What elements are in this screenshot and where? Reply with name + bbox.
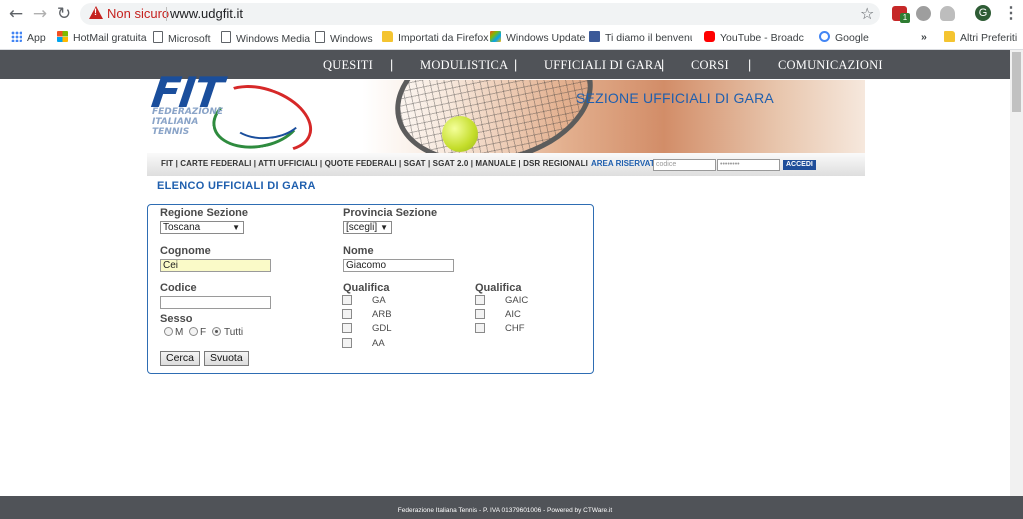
qualifica-checkbox-gdl[interactable]: [342, 323, 352, 333]
sesso-radio-tutti[interactable]: [212, 327, 221, 336]
qualifica-checkbox-ga[interactable]: [342, 295, 352, 305]
nav-separator: |: [661, 58, 665, 72]
nav-separator: |: [390, 58, 394, 72]
qualifica-checkbox-aic[interactable]: [475, 309, 485, 319]
login-password-input[interactable]: ••••••••: [717, 159, 780, 171]
nav-corsi[interactable]: CORSI: [691, 58, 729, 73]
dropdown-arrow-icon: ▼: [232, 223, 240, 232]
bookmark-app[interactable]: App: [11, 31, 46, 45]
windows-logo-icon: [57, 31, 68, 42]
login-button[interactable]: ACCEDI: [783, 160, 816, 170]
nome-label: Nome: [343, 245, 374, 257]
security-label[interactable]: Non sicuro: [107, 6, 169, 21]
sub-nav-links[interactable]: FIT | CARTE FEDERALI | ATTI UFFICIALI | …: [161, 159, 588, 168]
more-bookmarks-button[interactable]: »: [921, 31, 927, 45]
bookmark-windows-update[interactable]: Windows Update: [490, 31, 585, 45]
sesso-radio-f[interactable]: [189, 327, 198, 336]
login-code-input[interactable]: codice: [653, 159, 716, 171]
bookmark-hotmail[interactable]: HotMail gratuita: [57, 31, 147, 45]
reset-button[interactable]: Svuota: [204, 351, 249, 366]
codice-label: Codice: [160, 282, 197, 294]
browser-toolbar: ← → ↻ ! Non sicuro www.udgfit.it ☆ 1 G ⋮: [0, 0, 1023, 27]
google-icon: [819, 31, 830, 42]
scrollbar-thumb[interactable]: [1012, 52, 1021, 112]
page-title: ELENCO UFFICIALI DI GARA: [157, 180, 316, 192]
qualifica-checkbox-gaic[interactable]: [475, 295, 485, 305]
sesso-option-label: M: [175, 327, 184, 338]
dropdown-arrow-icon: ▼: [380, 223, 388, 232]
page-scrollbar[interactable]: [1010, 50, 1023, 496]
bookmark-google[interactable]: Google: [819, 31, 869, 45]
folder-icon: [382, 31, 393, 42]
qualifica-option-label: GAIC: [505, 295, 529, 306]
apps-grid-icon: [11, 31, 22, 42]
nav-comunicazioni[interactable]: COMUNICAZIONI: [778, 58, 883, 73]
bookmark-firefox-folder[interactable]: Importati da Firefox: [382, 31, 488, 45]
facebook-icon: [589, 31, 600, 42]
sesso-option-label: F: [200, 327, 207, 338]
qualifica-checkbox-arb[interactable]: [342, 309, 352, 319]
menu-dots-icon[interactable]: ⋮: [1003, 3, 1019, 23]
nome-input[interactable]: Giacomo: [343, 259, 454, 272]
provincia-select[interactable]: [scegli] ▼: [343, 221, 392, 234]
page-icon: [221, 31, 231, 43]
qualifica-option-label: GA: [372, 295, 386, 306]
bookmark-facebook[interactable]: Ti diamo il benvenuto: [589, 31, 692, 45]
regione-select[interactable]: Toscana ▼: [160, 221, 244, 234]
tennis-racket-image: [382, 80, 606, 153]
page-icon: [315, 31, 325, 43]
qualifica-option-label: ARB: [372, 309, 392, 320]
nav-modulistica[interactable]: MODULISTICA: [420, 58, 508, 73]
cognome-label: Cognome: [160, 245, 211, 257]
tennis-ball-image: [442, 116, 478, 152]
reload-icon[interactable]: ↻: [54, 4, 74, 24]
bookmark-windows-media[interactable]: Windows Media: [221, 31, 310, 45]
fit-logo-subtitle: FEDERAZIONE ITALIANA TENNIS: [152, 107, 224, 137]
folder-icon: [944, 31, 955, 42]
bookmark-microsoft[interactable]: Microsoft: [153, 31, 211, 45]
qualifica-label: Qualifica: [343, 282, 390, 294]
footer-text: Federazione Italiana Tennis - P. IVA 013…: [397, 507, 613, 514]
bookmark-other[interactable]: Altri Preferiti: [944, 31, 1017, 45]
url-text[interactable]: www.udgfit.it: [170, 6, 243, 21]
qualifica-option-label: CHF: [505, 323, 525, 334]
sesso-option-label: Tutti: [224, 327, 244, 338]
nav-separator: |: [514, 58, 518, 72]
section-title: SEZIONE UFFICIALI DI GARA: [576, 90, 774, 106]
qualifica-option-label: AA: [372, 338, 385, 349]
bookmark-youtube[interactable]: YouTube - Broadcast: [704, 31, 804, 45]
settings-extension-icon[interactable]: [916, 6, 931, 21]
youtube-icon: [704, 31, 715, 42]
area-riservata-label: AREA RISERVATA: [591, 159, 660, 168]
provincia-label: Provincia Sezione: [343, 207, 438, 219]
cognome-input[interactable]: Cei: [160, 259, 271, 272]
sesso-label: Sesso: [160, 313, 193, 325]
address-bar[interactable]: ! Non sicuro www.udgfit.it ☆: [80, 3, 880, 25]
forward-arrow-icon[interactable]: →: [30, 4, 50, 24]
qualifica-option-label: AIC: [505, 309, 521, 320]
nav-quesiti[interactable]: QUESITI: [323, 58, 373, 73]
profile-avatar[interactable]: G: [975, 5, 991, 21]
extension-badge: 1: [900, 13, 910, 23]
nav-separator: |: [748, 58, 752, 72]
bookmark-star-icon[interactable]: ☆: [860, 4, 874, 23]
page-icon: [153, 31, 163, 43]
regione-label: Regione Sezione: [160, 207, 249, 219]
windows-flag-icon: [490, 31, 501, 42]
codice-input[interactable]: [160, 296, 271, 309]
cloud-extension-icon[interactable]: [940, 6, 955, 21]
sesso-radio-m[interactable]: [164, 327, 173, 336]
qualifica-option-label: GDL: [372, 323, 392, 334]
qualifica-checkbox-chf[interactable]: [475, 323, 485, 333]
bookmarks-bar: App HotMail gratuita Microsoft Windows M…: [0, 27, 1023, 50]
search-button[interactable]: Cerca: [160, 351, 201, 366]
qualifica-checkbox-aa[interactable]: [342, 338, 352, 348]
qualifica-label: Qualifica: [475, 282, 522, 294]
back-arrow-icon[interactable]: ←: [6, 4, 26, 24]
bookmark-windows[interactable]: Windows: [315, 31, 373, 45]
nav-ufficiali-di-gara[interactable]: UFFICIALI DI GARA: [544, 58, 663, 73]
